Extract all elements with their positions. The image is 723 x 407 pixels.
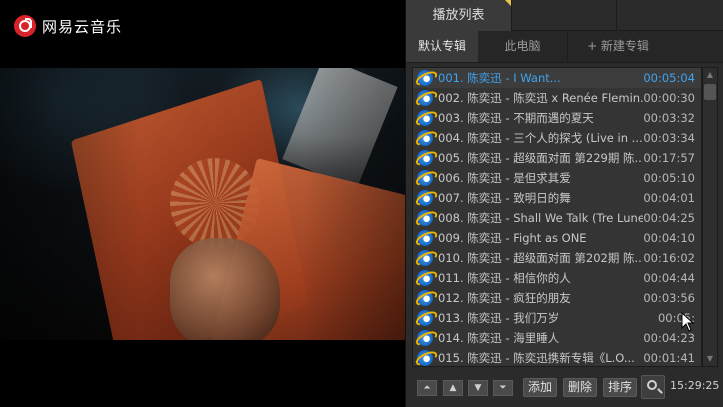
sort-button[interactable]: 排序 <box>603 378 638 397</box>
playlist-row[interactable]: 006. 陈奕迅 - 是但求其爱 00:05:10 <box>413 168 701 188</box>
playlist-row[interactable]: 013. 陈奕迅 - 我们万岁 00:05: <box>413 308 701 328</box>
track-title: 010. 陈奕迅 - 超级面对面 第202期 陈... <box>438 251 644 265</box>
move-to-top-button[interactable]: ⏶ <box>417 380 437 396</box>
album-tabs: 默认专辑 此电脑 + 新建专辑 <box>406 31 723 63</box>
search-icon-handle <box>657 388 663 394</box>
search-button[interactable] <box>641 375 665 399</box>
ie-file-icon <box>417 170 433 186</box>
tab-default-album[interactable]: 默认专辑 <box>406 31 478 62</box>
playlist-row[interactable]: 014. 陈奕迅 - 海里睡人 00:04:23 <box>413 328 701 348</box>
ie-file-icon <box>417 150 433 166</box>
tab-playlist[interactable]: 播放列表 <box>406 0 511 31</box>
track-duration: 00:05:10 <box>643 171 695 185</box>
track-title: 014. 陈奕迅 - 海里睡人 <box>438 331 560 345</box>
move-down-button[interactable]: ▼ <box>468 380 488 396</box>
track-duration: 00:04:44 <box>643 271 695 285</box>
header-tab-empty-2[interactable] <box>616 0 721 31</box>
ie-file-icon <box>417 210 433 226</box>
add-button[interactable]: 添加 <box>523 378 558 397</box>
track-title: 012. 陈奕迅 - 疯狂的朋友 <box>438 291 571 305</box>
app-name: 网易云音乐 <box>42 17 123 36</box>
ie-file-icon <box>417 310 433 326</box>
search-icon <box>647 380 657 390</box>
move-up-icon: ▲ <box>449 383 457 393</box>
track-title: 011. 陈奕迅 - 相信你的人 <box>438 271 571 285</box>
move-to-bottom-icon: ⏷ <box>499 383 507 393</box>
move-to-top-icon: ⏶ <box>423 383 431 393</box>
ie-file-icon <box>417 270 433 286</box>
track-duration: 00:17:57 <box>643 151 695 165</box>
track-title: 003. 陈奕迅 - 不期而遇的夏天 <box>438 111 594 125</box>
clock: 15:29:25 <box>670 379 720 392</box>
delete-button[interactable]: 删除 <box>563 378 598 397</box>
ie-file-icon <box>417 190 433 206</box>
playlist-toolbar: ⏶ ▲ ▼ ⏷ 添加 删除 排序 15:29:25 <box>406 369 723 407</box>
ie-file-icon <box>417 90 433 106</box>
track-duration: 00:16:02 <box>643 251 695 265</box>
track-duration: 00:04:01 <box>643 191 695 205</box>
app-logo: 网易云音乐 <box>14 12 122 40</box>
playlist-row[interactable]: 010. 陈奕迅 - 超级面对面 第202期 陈... 00:16:02 <box>413 248 701 268</box>
track-duration: 00:03:34 <box>643 131 695 145</box>
playlist-row[interactable]: 005. 陈奕迅 - 超级面对面 第229期 陈... 00:17:57 <box>413 148 701 168</box>
track-duration: 00:04:10 <box>643 231 695 245</box>
move-down-icon: ▼ <box>474 383 482 393</box>
tab-playlist-label: 播放列表 <box>432 8 485 23</box>
track-title: 006. 陈奕迅 - 是但求其爱 <box>438 171 571 185</box>
ie-file-icon <box>417 110 433 126</box>
ie-file-icon <box>417 250 433 266</box>
netease-music-icon <box>14 15 36 37</box>
track-title: 007. 陈奕迅 - 致明日的舞 <box>438 191 571 205</box>
playlist-row[interactable]: 012. 陈奕迅 - 疯狂的朋友 00:03:56 <box>413 288 701 308</box>
header-tab-empty-1[interactable] <box>511 0 616 31</box>
track-title: 002. 陈奕迅 - 陈奕迅 x Renée Flemin... <box>438 91 644 105</box>
ie-file-icon <box>417 70 433 86</box>
track-title: 001. 陈奕迅 - I Want... <box>438 71 561 85</box>
playlist-row[interactable]: 003. 陈奕迅 - 不期而遇的夏天 00:03:32 <box>413 108 701 128</box>
ie-file-icon <box>417 350 433 366</box>
video-frame[interactable] <box>0 68 405 340</box>
track-title: 013. 陈奕迅 - 我们万岁 <box>438 311 560 325</box>
track-duration: 00:03:56 <box>643 291 695 305</box>
track-duration: 00:05:04 <box>643 71 695 85</box>
track-duration: 00:04:25 <box>643 211 695 225</box>
playlist-panel: 播放列表 默认专辑 此电脑 + 新建专辑 001. 陈奕迅 - I Want..… <box>405 0 723 407</box>
playlist-row[interactable]: 008. 陈奕迅 - Shall We Talk (Tre Lune ... 0… <box>413 208 701 228</box>
tab-this-pc[interactable]: 此电脑 <box>478 31 568 62</box>
playlist-scrollbar[interactable]: ▲ ▼ <box>702 67 718 367</box>
playlist-row[interactable]: 011. 陈奕迅 - 相信你的人 00:04:44 <box>413 268 701 288</box>
track-title: 009. 陈奕迅 - Fight as ONE <box>438 231 587 245</box>
panel-header: 播放列表 <box>406 0 723 31</box>
playlist-row[interactable]: 004. 陈奕迅 - 三个人的探戈 (Live in ... 00:03:34 <box>413 128 701 148</box>
ie-file-icon <box>417 330 433 346</box>
playlist-row[interactable]: 009. 陈奕迅 - Fight as ONE 00:04:10 <box>413 228 701 248</box>
ie-file-icon <box>417 290 433 306</box>
video-area[interactable]: 网易云音乐 <box>0 0 405 407</box>
ie-file-icon <box>417 130 433 146</box>
playlist-row[interactable]: 002. 陈奕迅 - 陈奕迅 x Renée Flemin... 00:00:3… <box>413 88 701 108</box>
playlist: 001. 陈奕迅 - I Want... 00:05:04 002. 陈奕迅 -… <box>412 67 702 367</box>
scroll-up-arrow-icon[interactable]: ▲ <box>703 68 717 82</box>
playlist-row[interactable]: 015. 陈奕迅 - 陈奕迅携新专辑《L.O... 00:01:41 <box>413 348 701 366</box>
ie-file-icon <box>417 230 433 246</box>
playlist-row[interactable]: 007. 陈奕迅 - 致明日的舞 00:04:01 <box>413 188 701 208</box>
track-title: 004. 陈奕迅 - 三个人的探戈 (Live in ... <box>438 131 643 145</box>
scroll-down-arrow-icon[interactable]: ▼ <box>703 352 717 366</box>
move-to-bottom-button[interactable]: ⏷ <box>493 380 513 396</box>
track-duration: 00:01:41 <box>643 351 695 365</box>
mouse-cursor-icon <box>681 312 695 332</box>
track-duration: 00:00:30 <box>643 91 695 105</box>
move-up-button[interactable]: ▲ <box>443 380 463 396</box>
playlist-row[interactable]: 001. 陈奕迅 - I Want... 00:05:04 <box>413 68 701 88</box>
track-title: 008. 陈奕迅 - Shall We Talk (Tre Lune ... <box>438 211 644 225</box>
track-title: 015. 陈奕迅 - 陈奕迅携新专辑《L.O... <box>438 351 635 365</box>
track-duration: 00:04:23 <box>643 331 695 345</box>
track-duration: 00:03:32 <box>643 111 695 125</box>
scroll-thumb[interactable] <box>704 84 716 100</box>
new-album-button[interactable]: + 新建专辑 <box>568 31 668 62</box>
video-vignette <box>0 68 405 340</box>
track-title: 005. 陈奕迅 - 超级面对面 第229期 陈... <box>438 151 644 165</box>
